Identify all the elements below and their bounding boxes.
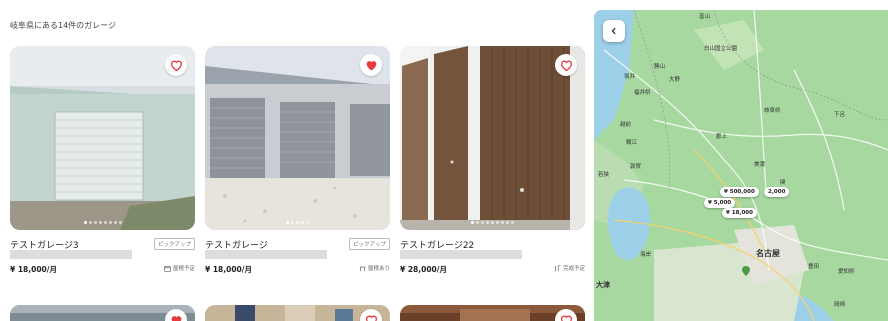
map-label: 坂井 (624, 74, 636, 80)
results-title: 岐阜県にある14件のガレージ (10, 21, 117, 30)
tools-icon (555, 264, 561, 271)
map-label: 大津 (596, 281, 610, 289)
map-label: 下呂 (834, 112, 846, 118)
pickup-badge: ピックアップ (348, 238, 390, 250)
map-label: 大野 (669, 77, 681, 83)
roof-icon (359, 266, 366, 271)
map-label: 鯖江 (626, 140, 638, 146)
map-label: 海岸 (640, 252, 652, 258)
feature-label: 屋根予定 (164, 264, 195, 272)
photo-pagination (400, 221, 585, 224)
map-label: 白山国立公園 (704, 46, 738, 52)
map-label: 勝山 (654, 64, 666, 70)
heart-outline-icon (365, 315, 377, 321)
favorite-button[interactable] (555, 54, 577, 76)
map-label: 岡崎 (834, 302, 846, 308)
feature-label: 屋根あり (359, 264, 390, 272)
map-label: 愛知県 (838, 269, 855, 275)
map-back-button[interactable] (603, 20, 625, 42)
pickup-badge: ピックアップ (153, 238, 195, 250)
listing-photo[interactable] (10, 46, 195, 230)
heart-outline-icon (170, 60, 182, 71)
listing-price: ¥ 18,000/月 (205, 265, 253, 274)
map-view[interactable]: 岐阜県 白山国立公園 富山 福井県 大野 勝山 坂井 越前 若狭 敦賀 鯖江 名… (594, 10, 888, 321)
photo-pagination (10, 221, 195, 224)
map-label: 敦賀 (630, 164, 642, 170)
feature-text: 完成予定 (562, 266, 585, 272)
address-placeholder (10, 250, 132, 259)
favorite-button[interactable] (165, 54, 187, 76)
listing-card-partial[interactable] (10, 305, 195, 321)
feature-label: 完成予定 (554, 264, 585, 272)
map-label: 越前 (620, 122, 632, 128)
feature-text: 屋根あり (367, 266, 390, 272)
feature-text: 屋根予定 (172, 266, 195, 272)
map-price-pin[interactable]: ¥ 5,000 (704, 198, 736, 208)
listing-price: ¥ 28,000/月 (400, 265, 448, 274)
map-label: 富山 (699, 14, 711, 20)
address-placeholder (400, 250, 522, 259)
map-label: 関 (780, 180, 786, 186)
calendar-icon (164, 265, 171, 272)
map-price-pin[interactable]: 2,000 (764, 187, 790, 197)
heart-filled-icon (366, 61, 376, 71)
chevron-left-icon (611, 27, 616, 35)
map-label: 郡上 (716, 134, 728, 140)
map-label: 豊田 (808, 264, 820, 270)
address-placeholder (205, 250, 327, 259)
listing-card-partial[interactable] (205, 305, 390, 321)
heart-outline-icon (560, 315, 572, 321)
listing-photo[interactable] (205, 46, 390, 230)
map-label: 美濃 (754, 162, 766, 168)
listing-price: ¥ 18,000/月 (10, 265, 58, 274)
map-price-pin[interactable]: ¥ 18,000 (722, 208, 757, 218)
map-label: 名古屋 (756, 249, 780, 258)
map-label: 若狭 (598, 172, 610, 178)
location-marker-icon (742, 266, 750, 276)
listing-card-partial[interactable] (400, 305, 585, 321)
map-label: 福井県 (634, 90, 651, 96)
listing-photo[interactable] (400, 46, 585, 230)
heart-filled-icon (171, 316, 181, 321)
heart-outline-icon (560, 60, 572, 71)
photo-pagination (205, 221, 390, 224)
map-label: 岐阜県 (764, 108, 781, 114)
map-price-pin[interactable]: ¥ 500,000 (720, 187, 759, 197)
favorite-button[interactable] (360, 54, 382, 76)
